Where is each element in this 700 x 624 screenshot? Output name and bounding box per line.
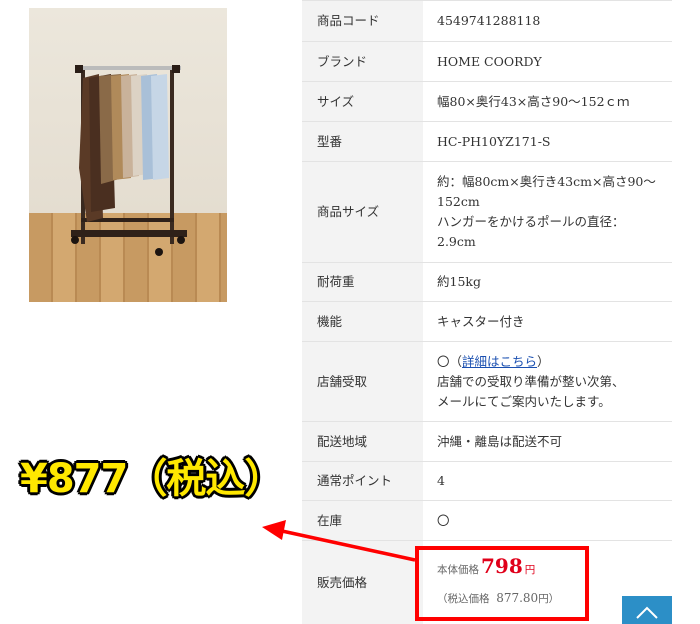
tax-included-price-callout: ¥877（税込） [20,456,284,502]
callout-arrow [262,520,416,562]
chevron-up-icon [636,606,658,619]
scroll-to-top-button[interactable] [622,596,672,624]
